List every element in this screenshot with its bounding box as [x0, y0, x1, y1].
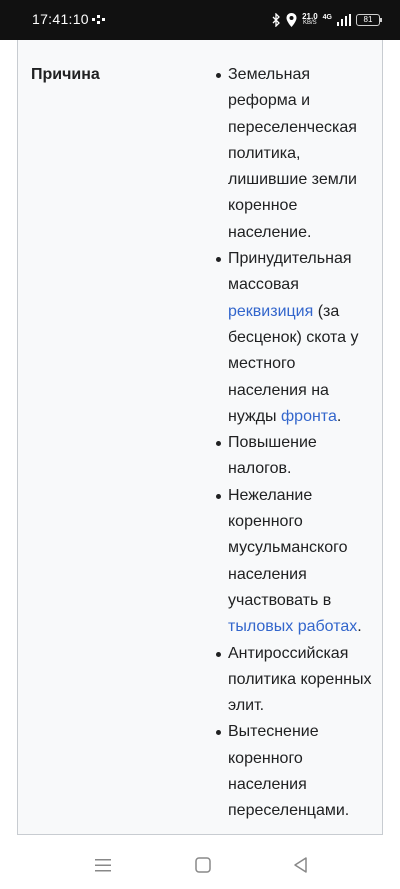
network-speed-unit: KB/S	[303, 20, 317, 26]
network-speed-value: 21.0	[302, 12, 318, 21]
status-bar: 17:41:10 21.0 KB/S 4G 81	[0, 0, 400, 40]
bluetooth-icon	[272, 13, 280, 27]
cause-list-item: Антироссийская политика коренных элит.	[216, 641, 376, 720]
network-speed: 21.0 KB/S	[302, 13, 318, 27]
cause-list: Земельная реформа и переселенческая поли…	[216, 62, 376, 825]
notification-icon	[92, 15, 105, 24]
cause-list-item: Повышение налогов.	[216, 430, 376, 483]
list-item-text: .	[357, 618, 362, 636]
battery-icon: 81	[356, 14, 382, 26]
status-time: 17:41:10	[32, 11, 89, 27]
cause-list-item: Принудительная массовая реквизиция (за б…	[216, 246, 376, 430]
list-item-text: Вытеснение коренного населения переселен…	[228, 723, 350, 820]
navigation-bar	[0, 840, 400, 889]
infobox-row-cause: Причина Земельная реформа и переселенчес…	[17, 54, 383, 835]
list-item-text: Земельная реформа и переселенческая поли…	[228, 66, 357, 241]
cause-list-item: Земельная реформа и переселенческая поли…	[216, 62, 376, 246]
cause-list-item: Вытеснение коренного населения переселен…	[216, 719, 376, 824]
article-link[interactable]: тыловых работах	[228, 618, 357, 635]
list-item-text: .	[336, 407, 342, 425]
list-item-text: Нежелание коренного мусульманского насел…	[228, 486, 348, 609]
location-icon	[286, 13, 297, 27]
list-item-text: (за бесценок) скота у местного населения…	[228, 302, 359, 425]
menu-icon[interactable]	[92, 854, 114, 876]
list-item-text: Антироссийская политика коренных элит.	[228, 644, 372, 715]
home-icon[interactable]	[192, 854, 214, 876]
article-link[interactable]: фронта	[281, 408, 337, 425]
article-link[interactable]: реквизиция	[228, 303, 313, 320]
status-right-group: 21.0 KB/S 4G 81	[272, 10, 382, 30]
battery-level: 81	[363, 15, 373, 24]
infobox-previous-row	[17, 40, 383, 55]
network-type: 4G	[322, 13, 332, 21]
signal-icon	[337, 14, 351, 26]
cause-list-item: Нежелание коренного мусульманского насел…	[216, 483, 376, 641]
infobox-label: Причина	[31, 66, 100, 83]
back-icon[interactable]	[290, 854, 312, 876]
list-item-text: Повышение налогов.	[228, 434, 317, 478]
list-item-text: Принудительная массовая	[228, 250, 352, 294]
